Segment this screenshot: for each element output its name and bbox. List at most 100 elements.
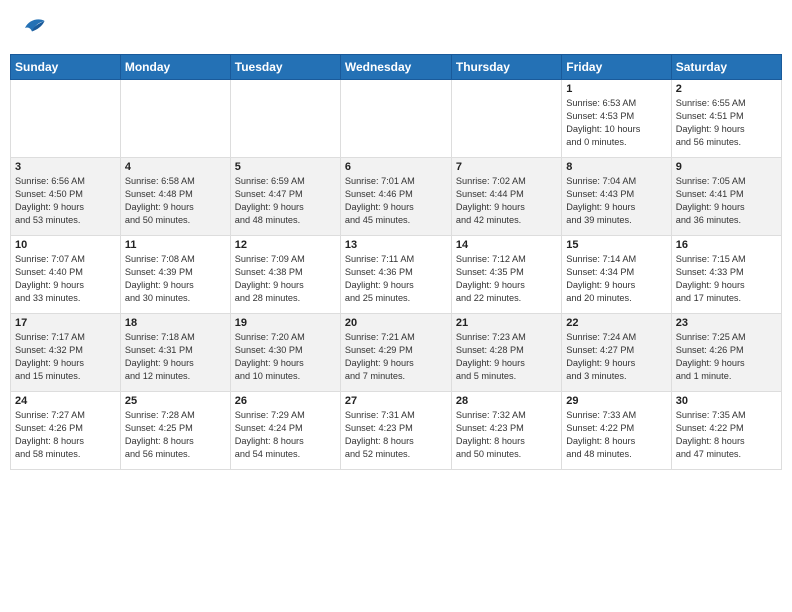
day-content: Sunrise: 7:08 AM Sunset: 4:39 PM Dayligh… <box>125 253 226 305</box>
day-number: 11 <box>125 239 226 251</box>
day-number: 17 <box>15 317 116 329</box>
day-content: Sunrise: 7:11 AM Sunset: 4:36 PM Dayligh… <box>345 253 447 305</box>
day-content: Sunrise: 7:27 AM Sunset: 4:26 PM Dayligh… <box>15 409 116 461</box>
calendar-cell: 16 Sunrise: 7:15 AM Sunset: 4:33 PM Dayli… <box>671 236 781 314</box>
day-content: Sunrise: 7:05 AM Sunset: 4:41 PM Dayligh… <box>676 175 777 227</box>
day-content: Sunrise: 7:01 AM Sunset: 4:46 PM Dayligh… <box>345 175 447 227</box>
calendar-cell: 5 Sunrise: 6:59 AM Sunset: 4:47 PM Daylig… <box>230 158 340 236</box>
calendar-cell: 23 Sunrise: 7:25 AM Sunset: 4:26 PM Dayli… <box>671 314 781 392</box>
calendar-cell: 17 Sunrise: 7:17 AM Sunset: 4:32 PM Dayli… <box>11 314 121 392</box>
calendar-cell: 19 Sunrise: 7:20 AM Sunset: 4:30 PM Dayli… <box>230 314 340 392</box>
day-content: Sunrise: 7:04 AM Sunset: 4:43 PM Dayligh… <box>566 175 666 227</box>
calendar-cell: 20Sunrise: 7:21 AM Sunset: 4:29 PM Dayli… <box>340 314 451 392</box>
calendar-cell: 7 Sunrise: 7:02 AM Sunset: 4:44 PM Daylig… <box>451 158 561 236</box>
day-content: Sunrise: 7:24 AM Sunset: 4:27 PM Dayligh… <box>566 331 666 383</box>
day-number: 18 <box>125 317 226 329</box>
calendar-cell: 15 Sunrise: 7:14 AM Sunset: 4:34 PM Dayli… <box>562 236 671 314</box>
day-content: Sunrise: 7:02 AM Sunset: 4:44 PM Dayligh… <box>456 175 557 227</box>
calendar-cell: 29 Sunrise: 7:33 AM Sunset: 4:22 PM Dayli… <box>562 392 671 470</box>
calendar-cell: 6Sunrise: 7:01 AM Sunset: 4:46 PM Daylig… <box>340 158 451 236</box>
day-content: Sunrise: 7:20 AM Sunset: 4:30 PM Dayligh… <box>235 331 336 383</box>
day-number: 30 <box>676 395 777 407</box>
day-content: Sunrise: 7:35 AM Sunset: 4:22 PM Dayligh… <box>676 409 777 461</box>
day-number: 10 <box>15 239 116 251</box>
day-content: Sunrise: 6:53 AM Sunset: 4:53 PM Dayligh… <box>566 97 666 149</box>
calendar-cell: 2 Sunrise: 6:55 AM Sunset: 4:51 PM Daylig… <box>671 80 781 158</box>
day-content: Sunrise: 7:33 AM Sunset: 4:22 PM Dayligh… <box>566 409 666 461</box>
day-number: 27 <box>345 395 447 407</box>
logo <box>16 14 46 42</box>
day-number: 19 <box>235 317 336 329</box>
day-number: 15 <box>566 239 666 251</box>
calendar-cell: 21Sunrise: 7:23 AM Sunset: 4:28 PM Dayli… <box>451 314 561 392</box>
calendar-week-row: 10 Sunrise: 7:07 AM Sunset: 4:40 PM Dayli… <box>11 236 782 314</box>
day-content: Sunrise: 6:56 AM Sunset: 4:50 PM Dayligh… <box>15 175 116 227</box>
calendar-cell <box>230 80 340 158</box>
day-content: Sunrise: 6:55 AM Sunset: 4:51 PM Dayligh… <box>676 97 777 149</box>
day-number: 3 <box>15 161 116 173</box>
calendar-cell: 26 Sunrise: 7:29 AM Sunset: 4:24 PM Dayli… <box>230 392 340 470</box>
day-content: Sunrise: 7:15 AM Sunset: 4:33 PM Dayligh… <box>676 253 777 305</box>
day-of-week-header: Friday <box>562 55 671 80</box>
day-content: Sunrise: 7:32 AM Sunset: 4:23 PM Dayligh… <box>456 409 557 461</box>
day-number: 28 <box>456 395 557 407</box>
calendar-cell: 8 Sunrise: 7:04 AM Sunset: 4:43 PM Daylig… <box>562 158 671 236</box>
day-number: 24 <box>15 395 116 407</box>
day-content: Sunrise: 6:59 AM Sunset: 4:47 PM Dayligh… <box>235 175 336 227</box>
day-content: Sunrise: 7:31 AM Sunset: 4:23 PM Dayligh… <box>345 409 447 461</box>
day-number: 23 <box>676 317 777 329</box>
day-number: 8 <box>566 161 666 173</box>
day-of-week-header: Wednesday <box>340 55 451 80</box>
page-header <box>10 10 782 46</box>
day-content: Sunrise: 7:25 AM Sunset: 4:26 PM Dayligh… <box>676 331 777 383</box>
day-number: 29 <box>566 395 666 407</box>
calendar-cell: 28 Sunrise: 7:32 AM Sunset: 4:23 PM Dayli… <box>451 392 561 470</box>
day-number: 7 <box>456 161 557 173</box>
day-content: Sunrise: 6:58 AM Sunset: 4:48 PM Dayligh… <box>125 175 226 227</box>
day-number: 25 <box>125 395 226 407</box>
calendar-header-row: SundayMondayTuesdayWednesdayThursdayFrid… <box>11 55 782 80</box>
calendar-cell: 24 Sunrise: 7:27 AM Sunset: 4:26 PM Dayli… <box>11 392 121 470</box>
day-content: Sunrise: 7:21 AM Sunset: 4:29 PM Dayligh… <box>345 331 447 383</box>
day-of-week-header: Saturday <box>671 55 781 80</box>
calendar-cell: 22 Sunrise: 7:24 AM Sunset: 4:27 PM Dayli… <box>562 314 671 392</box>
day-content: Sunrise: 7:09 AM Sunset: 4:38 PM Dayligh… <box>235 253 336 305</box>
day-content: Sunrise: 7:23 AM Sunset: 4:28 PM Dayligh… <box>456 331 557 383</box>
day-content: Sunrise: 7:18 AM Sunset: 4:31 PM Dayligh… <box>125 331 226 383</box>
day-number: 9 <box>676 161 777 173</box>
calendar-cell: 12 Sunrise: 7:09 AM Sunset: 4:38 PM Dayli… <box>230 236 340 314</box>
day-number: 4 <box>125 161 226 173</box>
day-number: 13 <box>345 239 447 251</box>
day-content: Sunrise: 7:14 AM Sunset: 4:34 PM Dayligh… <box>566 253 666 305</box>
calendar-cell: 13 Sunrise: 7:11 AM Sunset: 4:36 PM Dayli… <box>340 236 451 314</box>
calendar-cell: 9 Sunrise: 7:05 AM Sunset: 4:41 PM Daylig… <box>671 158 781 236</box>
day-number: 5 <box>235 161 336 173</box>
day-number: 26 <box>235 395 336 407</box>
calendar-cell: 3 Sunrise: 6:56 AM Sunset: 4:50 PM Daylig… <box>11 158 121 236</box>
calendar-cell: 27 Sunrise: 7:31 AM Sunset: 4:23 PM Dayli… <box>340 392 451 470</box>
day-content: Sunrise: 7:07 AM Sunset: 4:40 PM Dayligh… <box>15 253 116 305</box>
day-content: Sunrise: 7:12 AM Sunset: 4:35 PM Dayligh… <box>456 253 557 305</box>
day-content: Sunrise: 7:29 AM Sunset: 4:24 PM Dayligh… <box>235 409 336 461</box>
logo-bird-icon <box>18 14 46 42</box>
calendar-table: SundayMondayTuesdayWednesdayThursdayFrid… <box>10 54 782 470</box>
calendar-cell: 25 Sunrise: 7:28 AM Sunset: 4:25 PM Dayli… <box>120 392 230 470</box>
day-number: 12 <box>235 239 336 251</box>
day-of-week-header: Thursday <box>451 55 561 80</box>
day-of-week-header: Tuesday <box>230 55 340 80</box>
calendar-cell <box>120 80 230 158</box>
day-content: Sunrise: 7:17 AM Sunset: 4:32 PM Dayligh… <box>15 331 116 383</box>
day-number: 22 <box>566 317 666 329</box>
calendar-week-row: 17 Sunrise: 7:17 AM Sunset: 4:32 PM Dayli… <box>11 314 782 392</box>
day-content: Sunrise: 7:28 AM Sunset: 4:25 PM Dayligh… <box>125 409 226 461</box>
calendar-cell: 30 Sunrise: 7:35 AM Sunset: 4:22 PM Dayli… <box>671 392 781 470</box>
calendar-cell <box>340 80 451 158</box>
calendar-cell <box>451 80 561 158</box>
calendar-week-row: 24 Sunrise: 7:27 AM Sunset: 4:26 PM Dayli… <box>11 392 782 470</box>
calendar-cell: 11 Sunrise: 7:08 AM Sunset: 4:39 PM Dayli… <box>120 236 230 314</box>
day-number: 2 <box>676 83 777 95</box>
day-number: 16 <box>676 239 777 251</box>
calendar-cell: 10 Sunrise: 7:07 AM Sunset: 4:40 PM Dayli… <box>11 236 121 314</box>
calendar-cell: 14Sunrise: 7:12 AM Sunset: 4:35 PM Dayli… <box>451 236 561 314</box>
day-of-week-header: Monday <box>120 55 230 80</box>
